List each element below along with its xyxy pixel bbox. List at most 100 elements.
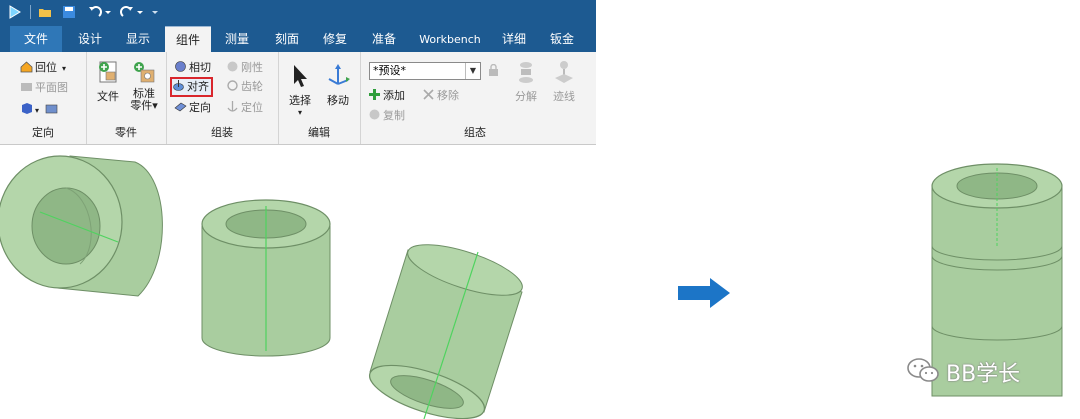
tangent-icon bbox=[175, 61, 186, 72]
tab-design[interactable]: 设计 bbox=[68, 26, 112, 52]
select-dropdown-icon[interactable]: ▾ bbox=[284, 108, 316, 117]
select-label: 选择 bbox=[289, 94, 311, 107]
rigid-icon bbox=[227, 61, 238, 72]
trace-button[interactable]: 迹线 bbox=[548, 58, 580, 104]
lock-icon[interactable] bbox=[488, 64, 499, 77]
explode-label: 分解 bbox=[515, 90, 537, 103]
select-button[interactable]: 选择 ▾ bbox=[284, 62, 316, 117]
anchor-label: 定位 bbox=[241, 101, 263, 114]
align-icon bbox=[173, 80, 184, 91]
group-assemble: 相切 刚性 对齐 齿轮 定向 定位 组装 bbox=[166, 52, 279, 144]
plane-view-button[interactable]: 平面图 bbox=[20, 80, 68, 96]
group-edit-label: 编辑 bbox=[308, 126, 330, 139]
gear-label: 齿轮 bbox=[241, 80, 263, 93]
cylinder-part-upright[interactable] bbox=[201, 199, 331, 357]
right-arrow-icon bbox=[678, 278, 730, 308]
add-config-button[interactable]: 添加 bbox=[368, 88, 405, 104]
watermark-text: BB学长 bbox=[946, 362, 1021, 387]
rigid-button[interactable]: 刚性 bbox=[226, 60, 263, 76]
view-cube-button[interactable]: ▾ bbox=[20, 102, 60, 118]
orient-constraint-label: 定向 bbox=[189, 101, 211, 114]
customize-qat-icon[interactable] bbox=[150, 5, 160, 19]
anchor-icon bbox=[227, 101, 238, 112]
align-label: 对齐 bbox=[187, 80, 209, 93]
tab-display[interactable]: 显示 bbox=[116, 26, 160, 52]
redo-dropdown-icon[interactable] bbox=[136, 5, 144, 19]
group-orient-label: 定向 bbox=[32, 126, 54, 139]
remove-config-button[interactable]: 移除 bbox=[422, 88, 459, 104]
group-orient: 回位 ▾ 平面图 ▾ 定向 bbox=[0, 52, 87, 144]
zoom-icon[interactable] bbox=[45, 102, 58, 115]
group-edit: 选择 ▾ 移动 编辑 bbox=[278, 52, 361, 144]
tab-detail[interactable]: 详细 bbox=[492, 26, 536, 52]
standard-parts-icon bbox=[134, 62, 155, 83]
explode-icon bbox=[519, 62, 533, 83]
ribbon: 文件 设计 显示 组件 测量 刻面 修复 准备 Workbench 详细 钣金 … bbox=[0, 0, 596, 146]
tab-measure[interactable]: 测量 bbox=[214, 26, 260, 52]
plane-view-label: 平面图 bbox=[35, 81, 68, 94]
cylinder-part-tilted-right[interactable] bbox=[364, 234, 528, 419]
cursor-icon bbox=[294, 65, 307, 87]
trace-label: 迹线 bbox=[553, 90, 575, 103]
move-button[interactable]: 移动 bbox=[322, 62, 354, 108]
orient-constraint-icon bbox=[174, 102, 187, 112]
gear-icon bbox=[227, 80, 238, 91]
home-button[interactable]: 回位 ▾ bbox=[20, 60, 66, 76]
folder-open-icon[interactable] bbox=[38, 5, 52, 19]
cylinder-part-tilted-left[interactable] bbox=[0, 155, 163, 297]
save-icon[interactable] bbox=[62, 5, 76, 19]
quick-access-toolbar bbox=[0, 0, 596, 26]
copy-icon bbox=[369, 109, 380, 120]
undo-icon[interactable] bbox=[88, 5, 102, 19]
standard-parts-label-2: 零件▾ bbox=[130, 99, 158, 112]
standard-parts-button[interactable]: 标准 零件▾ bbox=[126, 58, 162, 112]
home-label: 回位 bbox=[35, 61, 57, 74]
explode-button[interactable]: 分解 bbox=[510, 58, 542, 104]
remove-config-label: 移除 bbox=[437, 89, 459, 102]
preset-select-value: *预设* bbox=[373, 64, 406, 77]
plane-view-icon bbox=[21, 83, 32, 91]
insert-file-button[interactable]: 文件 bbox=[92, 58, 124, 104]
view-cube-dropdown-icon[interactable]: ▾ bbox=[35, 106, 39, 115]
chevron-down-icon[interactable]: ▼ bbox=[465, 63, 480, 79]
ribbon-panel: 回位 ▾ 平面图 ▾ 定向 文件 标准 零件▾ 零件 相切 刚性 对齐 齿轮 定… bbox=[0, 52, 596, 145]
copy-config-button[interactable]: 复制 bbox=[368, 108, 405, 124]
tab-prepare[interactable]: 准备 bbox=[361, 26, 407, 52]
ribbon-tabs: 文件 设计 显示 组件 测量 刻面 修复 准备 Workbench 详细 钣金 bbox=[0, 26, 596, 53]
tangent-button[interactable]: 相切 bbox=[174, 60, 211, 76]
tab-file[interactable]: 文件 bbox=[10, 26, 62, 52]
qat-divider bbox=[30, 5, 31, 19]
plus-icon bbox=[369, 89, 380, 100]
trace-icon bbox=[555, 61, 573, 83]
tab-repair[interactable]: 修复 bbox=[312, 26, 358, 52]
align-button[interactable]: 对齐 bbox=[170, 77, 213, 97]
add-config-label: 添加 bbox=[383, 89, 405, 102]
wechat-icon bbox=[907, 358, 939, 382]
tab-assembly[interactable]: 组件 bbox=[165, 26, 211, 53]
orient-constraint-button[interactable]: 定向 bbox=[174, 100, 211, 116]
group-assemble-label: 组装 bbox=[211, 126, 233, 139]
tab-workbench[interactable]: Workbench bbox=[412, 26, 488, 52]
preset-select[interactable]: *预设* ▼ bbox=[369, 62, 481, 80]
home-dropdown-icon[interactable]: ▾ bbox=[62, 64, 66, 73]
undo-dropdown-icon[interactable] bbox=[104, 5, 112, 19]
remove-icon bbox=[423, 89, 434, 100]
app-logo-icon[interactable] bbox=[8, 5, 22, 19]
anchor-button[interactable]: 定位 bbox=[226, 100, 263, 116]
insert-file-icon bbox=[99, 61, 117, 83]
copy-config-label: 复制 bbox=[383, 109, 405, 122]
group-parts-label: 零件 bbox=[115, 126, 137, 139]
gear-button[interactable]: 齿轮 bbox=[226, 79, 263, 95]
move-icon bbox=[328, 64, 350, 85]
group-parts: 文件 标准 零件▾ 零件 bbox=[86, 52, 167, 144]
group-config-label: 组态 bbox=[464, 126, 486, 139]
tab-sheetmetal[interactable]: 钣金 bbox=[540, 26, 584, 52]
cube-icon bbox=[22, 103, 32, 114]
insert-file-label: 文件 bbox=[97, 90, 119, 103]
tab-section[interactable]: 刻面 bbox=[264, 26, 310, 52]
redo-icon[interactable] bbox=[120, 5, 134, 19]
tangent-label: 相切 bbox=[189, 61, 211, 74]
home-icon bbox=[20, 61, 33, 73]
rigid-label: 刚性 bbox=[241, 61, 263, 74]
move-label: 移动 bbox=[327, 94, 349, 107]
